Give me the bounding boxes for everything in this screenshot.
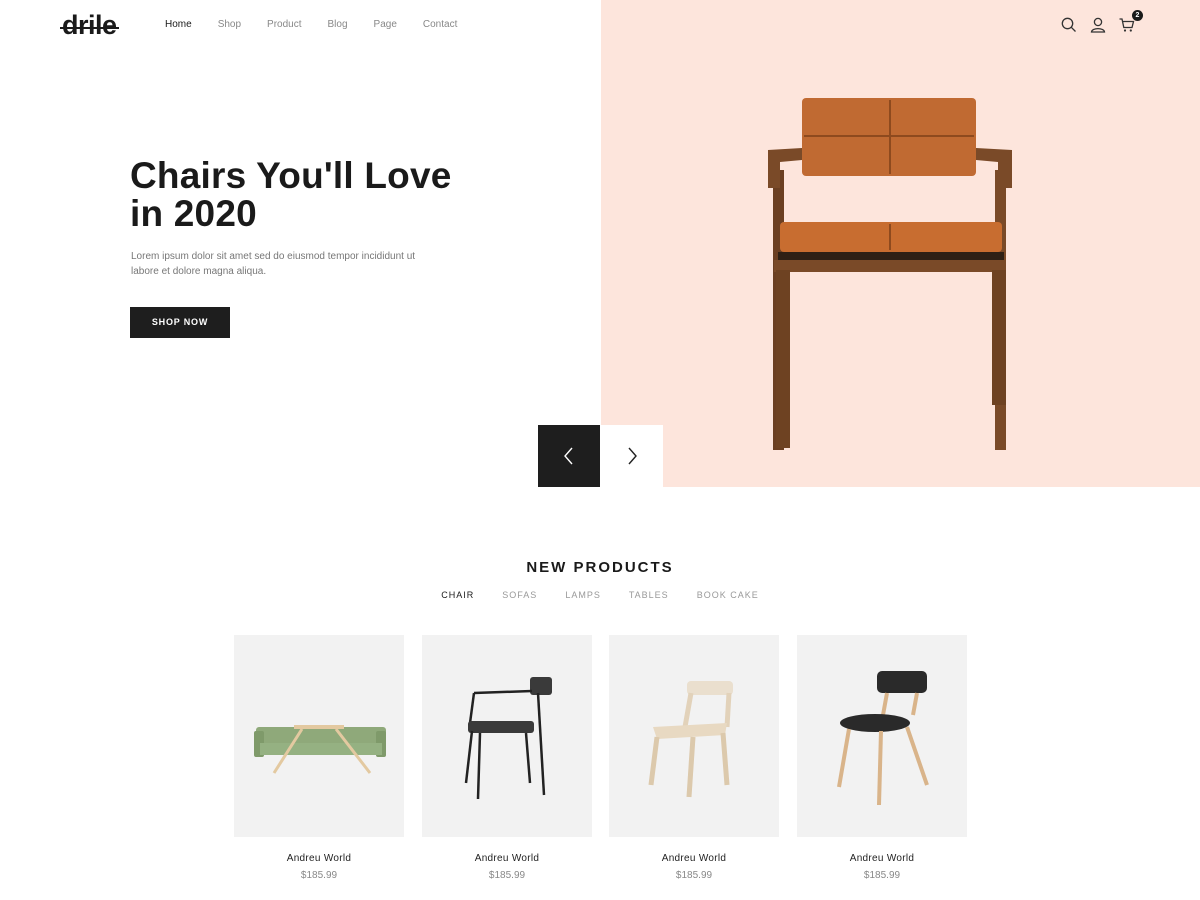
- product-name[interactable]: Andreu World: [797, 853, 967, 864]
- product-name[interactable]: Andreu World: [609, 853, 779, 864]
- search-icon[interactable]: [1060, 16, 1078, 34]
- logo-text: drile: [62, 10, 117, 40]
- product-image[interactable]: [422, 635, 592, 837]
- tab-tables[interactable]: TABLES: [629, 590, 669, 600]
- nav-item-product[interactable]: Product: [267, 19, 301, 30]
- product-card: Andreu World $185.99: [422, 635, 592, 881]
- chevron-right-icon: [628, 447, 637, 465]
- product-name[interactable]: Andreu World: [234, 853, 404, 864]
- product-price: $185.99: [300, 870, 338, 881]
- nav-item-contact[interactable]: Contact: [423, 19, 457, 30]
- logo[interactable]: drile: [60, 10, 119, 41]
- product-price: $185.99: [863, 870, 901, 881]
- hero-description: Lorem ipsum dolor sit amet sed do eiusmo…: [131, 251, 416, 277]
- nav-item-home[interactable]: Home: [165, 19, 192, 30]
- tab-sofas[interactable]: SOFAS: [502, 590, 537, 600]
- product-price: $185.99: [675, 870, 713, 881]
- product-card: Andreu World $185.99: [797, 635, 967, 881]
- tab-book-cake[interactable]: BOOK CAKE: [697, 590, 759, 600]
- slider-prev-button[interactable]: [538, 425, 600, 487]
- slider-next-button[interactable]: [601, 425, 663, 487]
- product-image[interactable]: [797, 635, 967, 837]
- product-image[interactable]: [609, 635, 779, 837]
- user-icon[interactable]: [1089, 16, 1107, 34]
- product-category-tabs: CHAIR SOFAS LAMPS TABLES BOOK CAKE: [0, 590, 1200, 600]
- product-price: $185.99: [488, 870, 526, 881]
- cart-count-badge: 2: [1132, 10, 1143, 21]
- shop-now-button[interactable]: SHOP NOW: [130, 307, 230, 338]
- hero-title: Chairs You'll Love in 2020: [130, 155, 452, 234]
- tab-lamps[interactable]: LAMPS: [565, 590, 601, 600]
- cart-icon[interactable]: 2: [1118, 10, 1143, 34]
- logo-strike: [60, 27, 119, 29]
- hero-chair-image: [768, 98, 1012, 450]
- nav-item-blog[interactable]: Blog: [328, 19, 348, 30]
- product-card: Andreu World $185.99: [234, 635, 404, 881]
- nav-item-page[interactable]: Page: [374, 19, 397, 30]
- product-name[interactable]: Andreu World: [422, 853, 592, 864]
- new-products-title: NEW PRODUCTS: [526, 559, 674, 576]
- tab-chair[interactable]: CHAIR: [441, 590, 474, 600]
- header-icons: 2: [1060, 10, 1147, 34]
- product-image[interactable]: [234, 635, 404, 837]
- main-nav: Home Shop Product Blog Page Contact: [165, 19, 483, 30]
- product-card: Andreu World $185.99: [609, 635, 779, 881]
- nav-item-shop[interactable]: Shop: [218, 19, 241, 30]
- chevron-left-icon: [564, 447, 573, 465]
